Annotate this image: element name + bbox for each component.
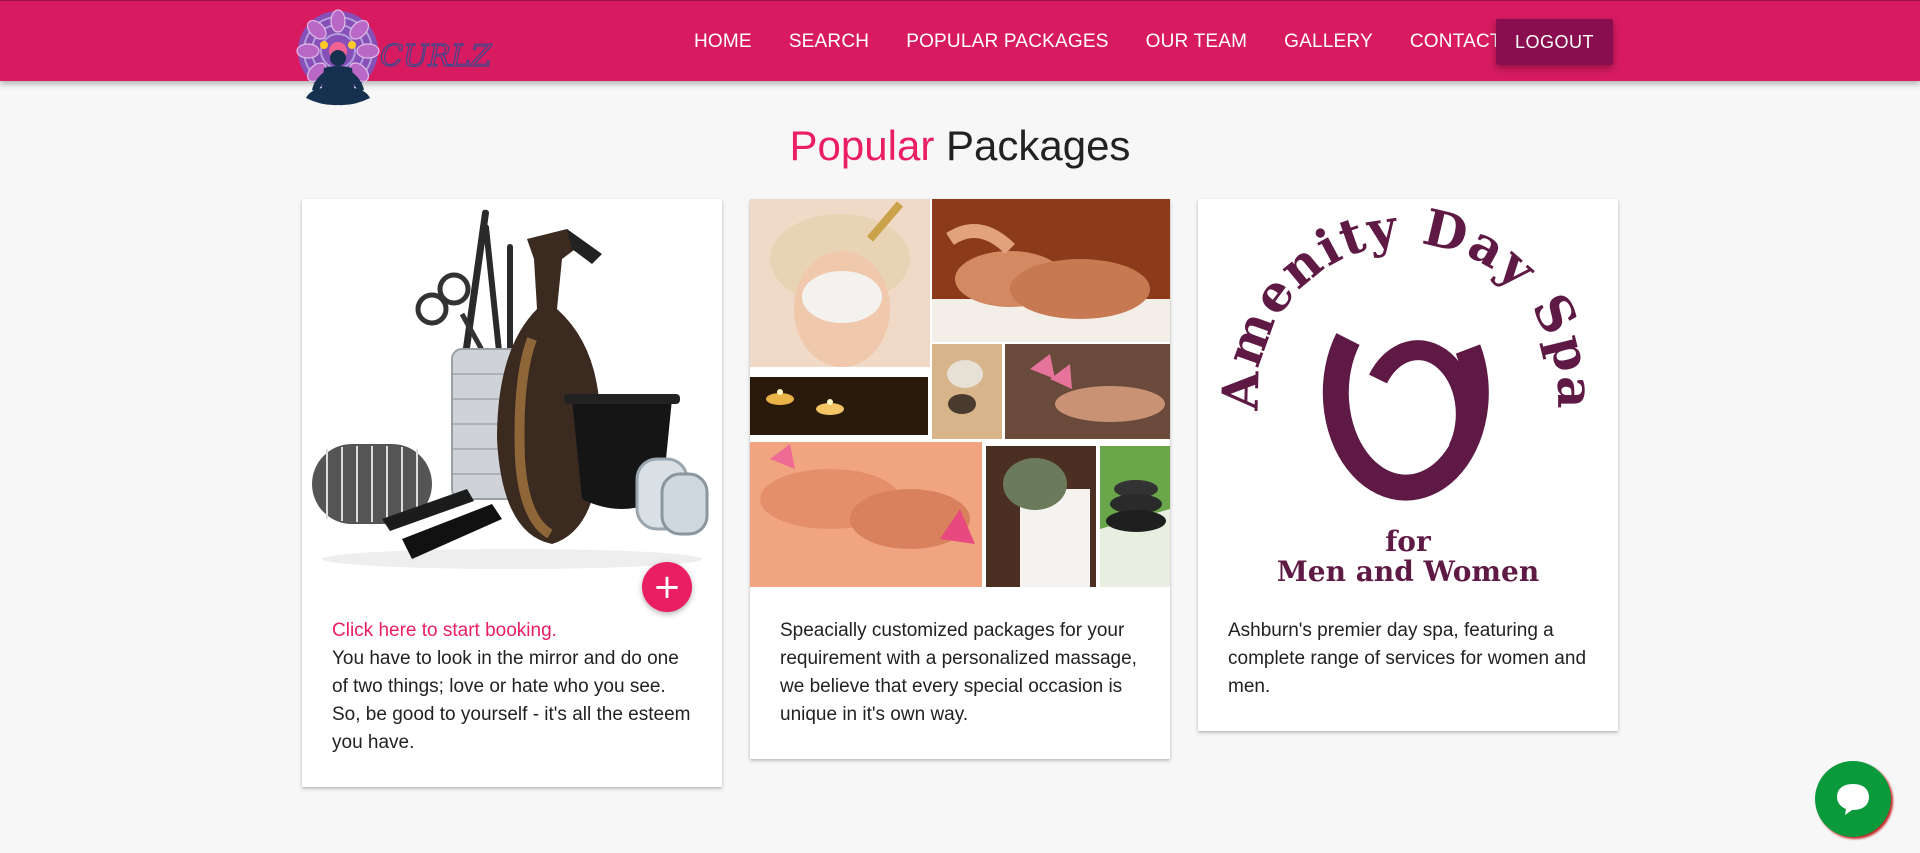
card-content: Click here to start booking. You have to…: [332, 617, 692, 757]
package-card-amenity: Amenity Day Spa for Men and Women Ashbur…: [1198, 199, 1618, 731]
logo-text: CURLZ: [380, 39, 493, 74]
card-description: Ashburn's premier day spa, featuring a c…: [1228, 620, 1587, 697]
spa-collage-image: [750, 199, 1170, 587]
top-navbar: CURLZ HOME SEARCH POPULAR PACKAGES OUR T…: [0, 0, 1920, 106]
nav-popular-packages-link[interactable]: POPULAR PACKAGES: [906, 31, 1108, 53]
logo-for-text: for: [1385, 525, 1432, 558]
start-booking-link[interactable]: Click here to start booking.: [332, 617, 692, 645]
chat-button[interactable]: [1815, 761, 1891, 837]
logo-sub-text: Men and Women: [1277, 555, 1539, 587]
nav-links: HOME SEARCH POPULAR PACKAGES OUR TEAM GA…: [694, 1, 1539, 82]
hair-tools-image: [302, 199, 722, 587]
package-card-spa: Speacially customized packages for your …: [750, 199, 1170, 759]
package-card-hair: + Click here to start booking. You have …: [302, 199, 722, 787]
nav-gallery-link[interactable]: GALLERY: [1284, 31, 1373, 53]
card-description: You have to look in the mirror and do on…: [332, 648, 691, 753]
brand-logo[interactable]: CURLZ: [294, 6, 493, 108]
logout-button[interactable]: LOGOUT: [1496, 19, 1613, 65]
nav-home-link[interactable]: HOME: [694, 31, 752, 53]
chat-bubble-icon: [1837, 784, 1869, 815]
amenity-day-spa-logo: Amenity Day Spa for Men and Women: [1198, 199, 1618, 587]
page-title-rest: Packages: [934, 122, 1131, 169]
page-title: Popular Packages: [0, 122, 1920, 170]
card-content: Speacially customized packages for your …: [780, 617, 1140, 729]
nav-search-link[interactable]: SEARCH: [789, 31, 869, 53]
card-content: Ashburn's premier day spa, featuring a c…: [1228, 617, 1588, 701]
add-booking-button[interactable]: +: [642, 562, 692, 612]
page-title-accent: Popular: [789, 122, 935, 169]
plus-icon: +: [652, 567, 682, 607]
nav-contact-link[interactable]: CONTACT: [1410, 31, 1502, 53]
nav-our-team-link[interactable]: OUR TEAM: [1146, 31, 1248, 53]
card-description: Speacially customized packages for your …: [780, 620, 1137, 725]
